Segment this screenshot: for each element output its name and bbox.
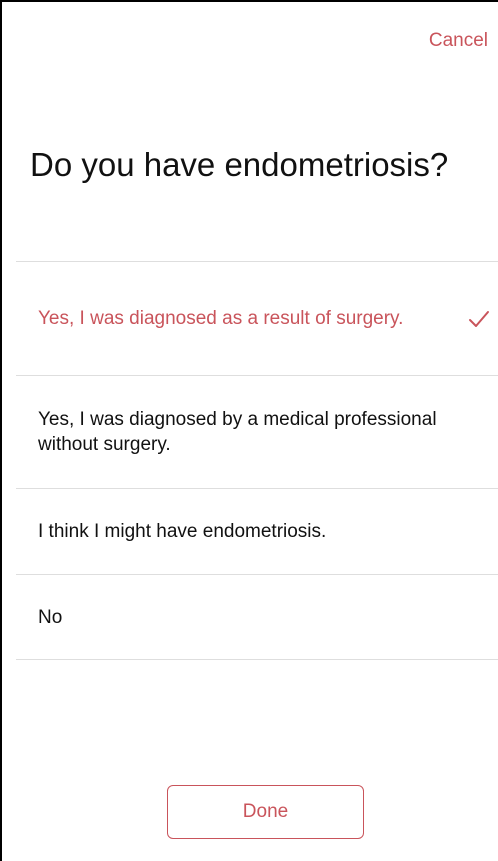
option-yes-surgery[interactable]: Yes, I was diagnosed as a result of surg…: [16, 262, 498, 376]
option-might-have[interactable]: I think I might have endometriosis.: [16, 489, 498, 575]
question-title: Do you have endometriosis?: [30, 146, 449, 183]
option-yes-medical-professional[interactable]: Yes, I was diagnosed by a medical profes…: [16, 376, 498, 489]
option-label: Yes, I was diagnosed as a result of surg…: [38, 308, 404, 329]
cancel-button[interactable]: Cancel: [429, 30, 488, 52]
option-label: I think I might have endometriosis.: [38, 521, 327, 542]
option-label: No: [38, 606, 63, 628]
checkmark-icon: [469, 310, 489, 327]
done-button[interactable]: Done: [167, 785, 364, 839]
survey-screen: Cancel Do you have endometriosis? Yes, I…: [0, 0, 498, 861]
option-no[interactable]: No: [16, 575, 498, 660]
answer-options-list: Yes, I was diagnosed as a result of surg…: [16, 261, 498, 660]
option-label: Yes, I was diagnosed by a medical profes…: [38, 409, 437, 455]
